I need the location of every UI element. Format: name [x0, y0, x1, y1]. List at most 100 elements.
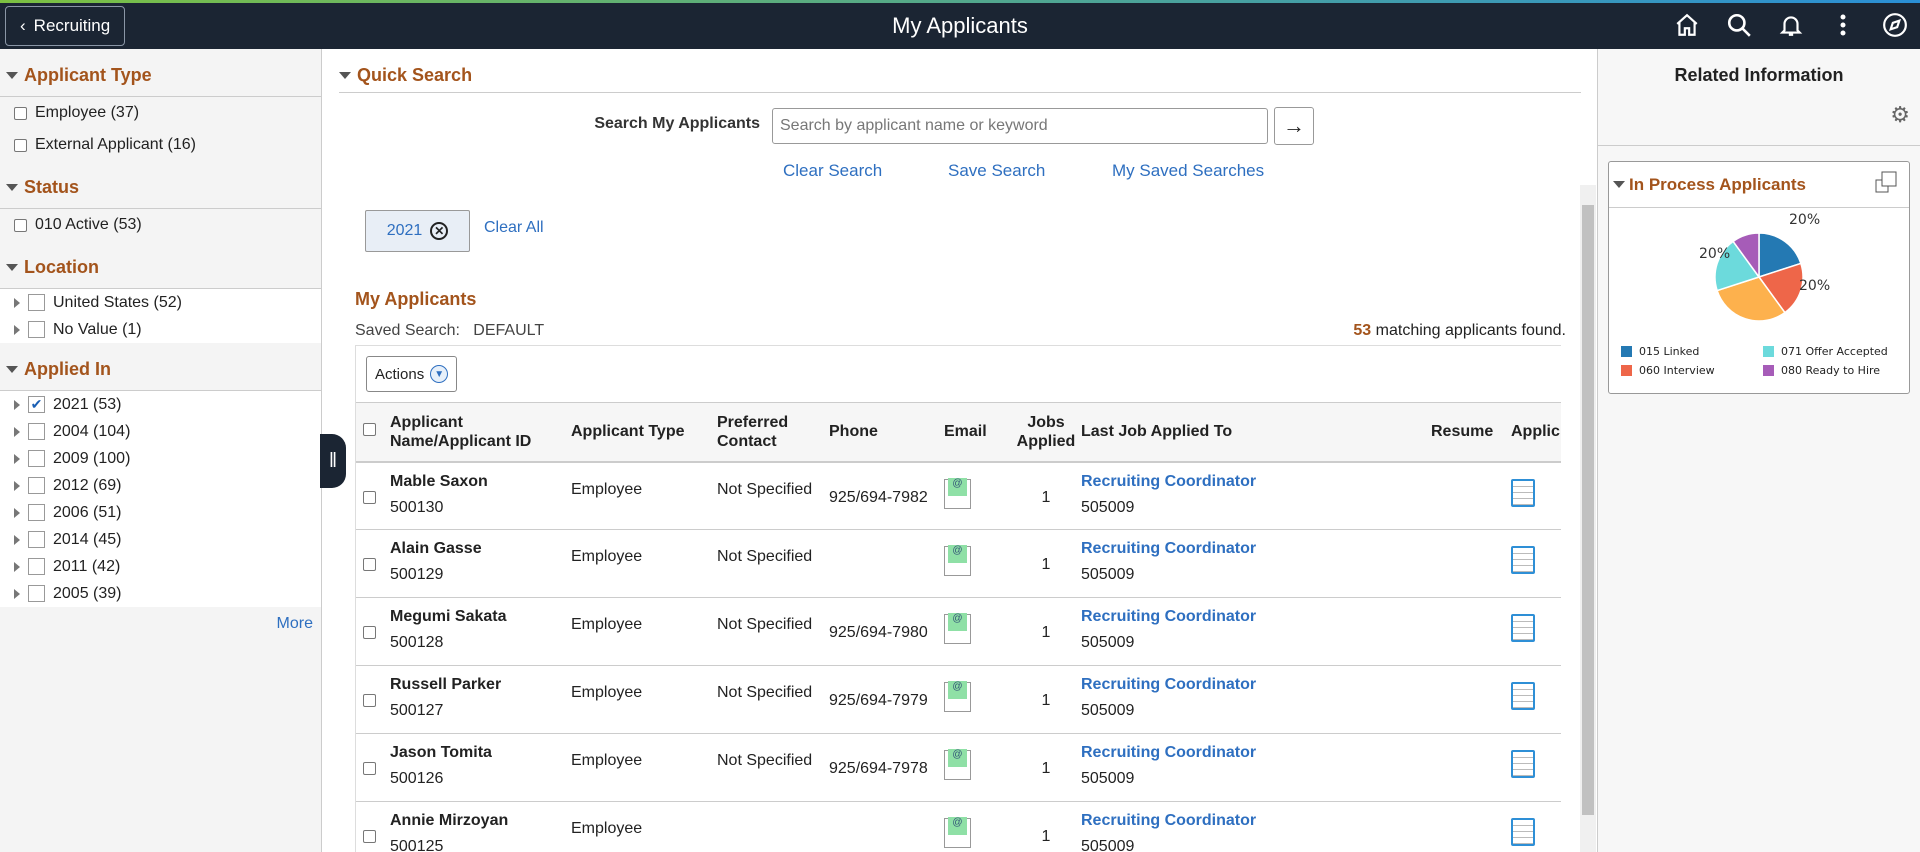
- email-icon[interactable]: [944, 613, 971, 644]
- quick-search-header[interactable]: Quick Search: [339, 65, 1581, 93]
- application-icon[interactable]: [1511, 546, 1535, 574]
- email-icon[interactable]: [944, 545, 971, 576]
- tree-item[interactable]: 2005 (39): [0, 580, 321, 607]
- tree-item[interactable]: No Value (1): [0, 316, 321, 343]
- col-header[interactable]: Email: [944, 402, 1011, 463]
- expand-icon[interactable]: [14, 588, 20, 599]
- application-icon[interactable]: [1511, 478, 1535, 507]
- expand-icon[interactable]: [14, 507, 20, 518]
- tree-item[interactable]: ✔ 2021 (53): [0, 391, 321, 418]
- job-link[interactable]: Recruiting Coordinator: [1081, 473, 1431, 491]
- email-icon[interactable]: [944, 477, 971, 509]
- checkbox[interactable]: [28, 450, 45, 467]
- applicant-type-header[interactable]: Applicant Type: [0, 49, 321, 97]
- expand-icon[interactable]: [14, 453, 20, 464]
- application-icon[interactable]: [1511, 750, 1535, 778]
- actions-button[interactable]: Actions ▼: [366, 356, 458, 392]
- expand-icon[interactable]: [14, 426, 20, 437]
- applicant-name[interactable]: Jason Tomita: [390, 744, 571, 762]
- expand-window-icon[interactable]: [1875, 171, 1897, 198]
- application-icon[interactable]: [1511, 682, 1535, 710]
- applicant-name[interactable]: Alain Gasse: [390, 540, 571, 558]
- checkbox[interactable]: [28, 558, 45, 575]
- vertical-scrollbar[interactable]: [1580, 185, 1596, 852]
- tree-item[interactable]: United States (52): [0, 289, 321, 316]
- card-header[interactable]: In Process Applicants: [1609, 162, 1909, 208]
- expand-icon[interactable]: [14, 561, 20, 572]
- select-all-checkbox[interactable]: [363, 423, 376, 437]
- expand-icon[interactable]: [14, 297, 20, 308]
- checkbox[interactable]: [28, 321, 45, 338]
- row-checkbox[interactable]: [363, 626, 376, 639]
- email-icon[interactable]: [944, 749, 971, 780]
- checkbox[interactable]: ✔: [28, 396, 45, 413]
- status-header[interactable]: Status: [0, 161, 321, 209]
- gear-icon[interactable]: ⚙: [1890, 102, 1910, 128]
- expand-icon[interactable]: [14, 399, 20, 410]
- filter-chip[interactable]: 2021 ✕: [365, 210, 470, 252]
- row-checkbox[interactable]: [363, 830, 376, 843]
- search-go-button[interactable]: →: [1274, 107, 1314, 145]
- application-icon[interactable]: [1511, 818, 1535, 846]
- tree-item[interactable]: 2014 (45): [0, 526, 321, 553]
- compass-icon[interactable]: [1880, 10, 1910, 40]
- col-header[interactable]: Applic: [1511, 402, 1561, 463]
- tree-item[interactable]: 2012 (69): [0, 472, 321, 499]
- table-row[interactable]: Alain Gasse 500129 Employee Not Specified…: [356, 529, 1561, 598]
- expand-icon[interactable]: [14, 324, 20, 335]
- col-header[interactable]: Phone: [829, 402, 944, 463]
- tree-item[interactable]: 2004 (104): [0, 418, 321, 445]
- row-checkbox[interactable]: [363, 762, 376, 775]
- table-row[interactable]: Russell Parker 500127 Employee Not Specif…: [356, 665, 1561, 734]
- col-header[interactable]: Jobs Applied: [1011, 402, 1081, 463]
- checkbox[interactable]: [14, 218, 27, 232]
- checkbox[interactable]: [28, 423, 45, 440]
- tree-item[interactable]: 2011 (42): [0, 553, 321, 580]
- col-header[interactable]: Resume: [1431, 402, 1511, 463]
- col-header[interactable]: Applicant Type: [571, 402, 717, 463]
- col-header[interactable]: Preferred Contact: [717, 402, 829, 463]
- clear-all-link[interactable]: Clear All: [484, 219, 544, 237]
- table-row[interactable]: Mable Saxon 500130 Employee Not Specified…: [356, 461, 1561, 530]
- remove-icon[interactable]: ✕: [430, 222, 449, 240]
- applicant-name[interactable]: Megumi Sakata: [390, 608, 571, 626]
- checkbox[interactable]: [28, 504, 45, 521]
- checkbox[interactable]: [28, 585, 45, 602]
- job-link[interactable]: Recruiting Coordinator: [1081, 812, 1431, 830]
- expand-icon[interactable]: [14, 480, 20, 491]
- checkbox[interactable]: [14, 106, 27, 120]
- search-icon[interactable]: [1724, 10, 1754, 40]
- filter-option[interactable]: External Applicant (16): [0, 129, 321, 161]
- email-icon[interactable]: [944, 817, 971, 848]
- checkbox[interactable]: [14, 138, 27, 152]
- col-header[interactable]: Applicant Name/Applicant ID: [390, 402, 571, 463]
- applicant-name[interactable]: Russell Parker: [390, 676, 571, 694]
- checkbox[interactable]: [28, 531, 45, 548]
- job-link[interactable]: Recruiting Coordinator: [1081, 540, 1431, 558]
- filter-option[interactable]: 010 Active (53): [0, 209, 321, 241]
- more-icon[interactable]: [1828, 10, 1858, 40]
- job-link[interactable]: Recruiting Coordinator: [1081, 744, 1431, 762]
- expand-icon[interactable]: [14, 534, 20, 545]
- col-header[interactable]: Last Job Applied To: [1081, 402, 1431, 463]
- tree-item[interactable]: 2006 (51): [0, 499, 321, 526]
- applied-in-header[interactable]: Applied In: [0, 343, 321, 391]
- row-checkbox[interactable]: [363, 490, 376, 504]
- scrollbar-thumb[interactable]: [1582, 205, 1594, 815]
- checkbox[interactable]: [28, 294, 45, 311]
- job-link[interactable]: Recruiting Coordinator: [1081, 676, 1431, 694]
- home-icon[interactable]: [1672, 10, 1702, 40]
- table-row[interactable]: Megumi Sakata 500128 Employee Not Specifi…: [356, 597, 1561, 666]
- search-input[interactable]: Search by applicant name or keyword: [772, 108, 1268, 144]
- clear-search-link[interactable]: Clear Search: [783, 161, 882, 181]
- email-icon[interactable]: [944, 681, 971, 712]
- application-icon[interactable]: [1511, 614, 1535, 642]
- table-row[interactable]: Jason Tomita 500126 Employee Not Specifie…: [356, 733, 1561, 802]
- more-link[interactable]: More: [0, 607, 321, 641]
- tree-item[interactable]: 2009 (100): [0, 445, 321, 472]
- job-link[interactable]: Recruiting Coordinator: [1081, 608, 1431, 626]
- table-row[interactable]: Annie Mirzoyan 500125 Employee 1 Recruiti…: [356, 801, 1561, 852]
- row-checkbox[interactable]: [363, 694, 376, 707]
- applicant-name[interactable]: Annie Mirzoyan: [390, 812, 571, 830]
- applicant-name[interactable]: Mable Saxon: [390, 473, 571, 491]
